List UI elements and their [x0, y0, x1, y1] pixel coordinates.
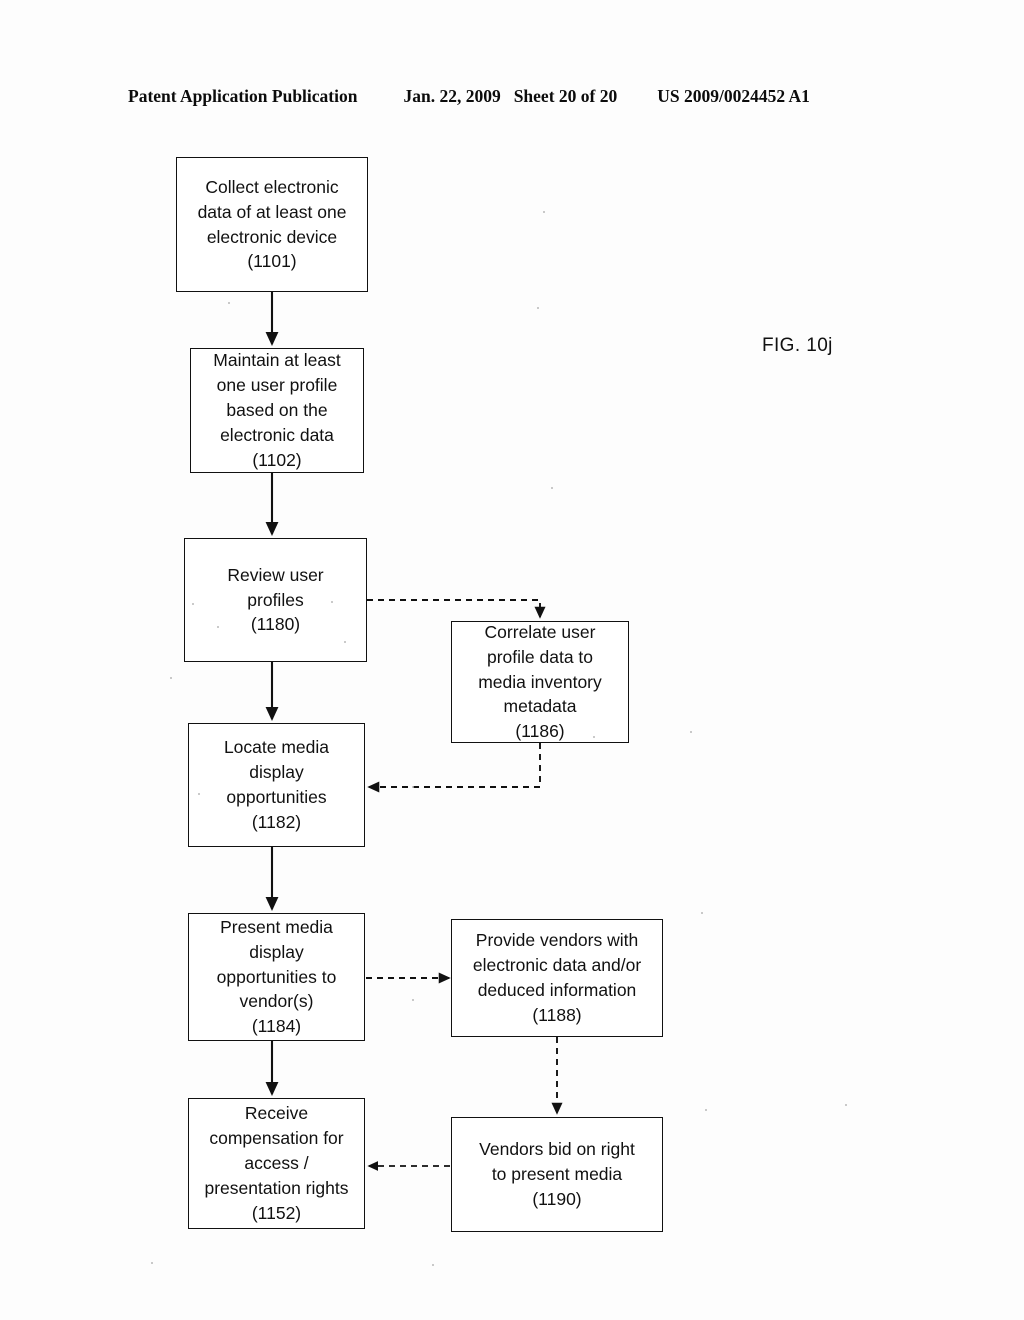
scan-speck: [198, 793, 200, 795]
flow-box-1184-line-1: Present media: [220, 916, 333, 937]
flow-box-1186-line-2: profile data to: [486, 646, 594, 667]
flow-box-1101: Collect electronic data of at least one …: [176, 157, 368, 292]
flow-box-1182: Locate media display opportunities (1182…: [188, 723, 365, 847]
flow-box-1152-line-1: Receive: [244, 1103, 309, 1124]
scan-speck: [543, 211, 545, 213]
scan-speck: [228, 302, 230, 304]
flow-box-1188-line-3: deduced information: [477, 980, 637, 1000]
flow-box-1186-line-1: Correlate user: [484, 621, 596, 642]
flow-box-1182-line-3: opportunities: [226, 787, 327, 807]
flow-box-1180-ref: (1180): [250, 614, 301, 635]
flow-box-1184-ref: (1184): [251, 1016, 302, 1037]
flow-box-1190: Vendors bid on right to present media (1…: [451, 1117, 663, 1232]
flow-box-1188-line-1: Provide vendors with: [475, 930, 639, 951]
flow-box-1180-line-1: Review user: [227, 564, 324, 585]
flow-box-1101-line-1: Collect electronic: [205, 176, 339, 197]
publication-date: Jan. 22, 2009: [403, 86, 501, 106]
flow-box-1102: Maintain at least one user profile based…: [190, 348, 364, 473]
flow-box-1186-line-3: media inventory: [478, 671, 602, 692]
patent-header: Patent Application Publication Jan. 22, …: [128, 86, 888, 110]
patent-number: US 2009/0024452 A1: [657, 86, 810, 106]
connector-1186-to-1182: [367, 743, 541, 793]
flow-box-1152-line-3: access /: [244, 1153, 309, 1174]
scan-speck: [344, 641, 346, 643]
scan-speck: [412, 999, 414, 1001]
flow-box-1102-ref: (1102): [252, 449, 302, 470]
flow-box-1101-line-2: data of at least one: [197, 201, 347, 222]
scan-speck: [170, 677, 172, 679]
scan-speck: [217, 626, 219, 628]
scan-speck: [551, 487, 553, 489]
flow-box-1180: Review user profiles (1180): [184, 538, 367, 662]
flow-box-1186-ref: (1186): [515, 721, 565, 742]
connector-1180-to-1186: [367, 599, 546, 619]
publication-title: Patent Application Publication: [128, 86, 358, 106]
flow-box-1184-line-4: vendor(s): [239, 991, 314, 1012]
flow-box-1180-line-2: profiles: [247, 589, 304, 610]
flow-box-1188: Provide vendors with electronic data and…: [451, 919, 663, 1037]
flow-box-1152-line-2: compensation for: [209, 1128, 344, 1149]
scan-speck: [705, 1109, 707, 1111]
flow-box-1102-line-1: Maintain at least: [213, 350, 341, 371]
figure-label: FIG. 10j: [762, 335, 833, 356]
flow-box-1190-line-2: to present media: [491, 1164, 623, 1185]
flow-box-1190-line-1: Vendors bid on right: [479, 1139, 635, 1160]
flow-box-1102-line-4: electronic data: [220, 424, 334, 445]
patent-drawing-page: Patent Application Publication Jan. 22, …: [0, 0, 1024, 1320]
flow-box-1182-line-1: Locate media: [223, 737, 330, 758]
flow-box-1188-line-2: electronic data and/or: [472, 955, 642, 976]
flow-box-1186-line-4: metadata: [503, 696, 577, 717]
scan-speck: [412, 786, 414, 788]
flow-box-1152: Receive compensation for access / presen…: [188, 1098, 365, 1229]
flow-box-1152-ref: (1152): [251, 1202, 302, 1223]
scan-speck: [151, 1262, 153, 1264]
flow-box-1102-line-2: one user profile: [216, 375, 338, 396]
scan-speck: [690, 731, 692, 733]
flow-box-1184-line-2: display: [249, 941, 304, 962]
scan-speck: [845, 1104, 847, 1106]
scan-speck: [701, 912, 703, 914]
scan-speck: [214, 208, 216, 210]
sheet-number: Sheet 20 of 20: [513, 86, 618, 106]
flow-box-1184: Present media display opportunities to v…: [188, 913, 365, 1041]
flow-box-1184-line-3: opportunities to: [216, 966, 337, 987]
flow-box-1101-line-3: electronic device: [206, 226, 338, 247]
scan-speck: [331, 601, 333, 603]
flow-box-1182-ref: (1182): [251, 811, 302, 832]
flow-box-1152-line-4: presentation rights: [204, 1177, 349, 1198]
flow-box-1186: Correlate user profile data to media inv…: [451, 621, 629, 743]
flow-box-1188-ref: (1188): [532, 1004, 582, 1025]
scan-speck: [593, 736, 595, 738]
flow-box-1101-ref: (1101): [247, 251, 297, 272]
flow-box-1182-line-2: display: [249, 762, 304, 783]
flow-box-1190-ref: (1190): [532, 1188, 582, 1209]
flow-box-1102-line-3: based on the: [226, 400, 328, 421]
scan-speck: [432, 1264, 434, 1266]
scan-speck: [537, 307, 539, 309]
scan-speck: [192, 603, 194, 605]
